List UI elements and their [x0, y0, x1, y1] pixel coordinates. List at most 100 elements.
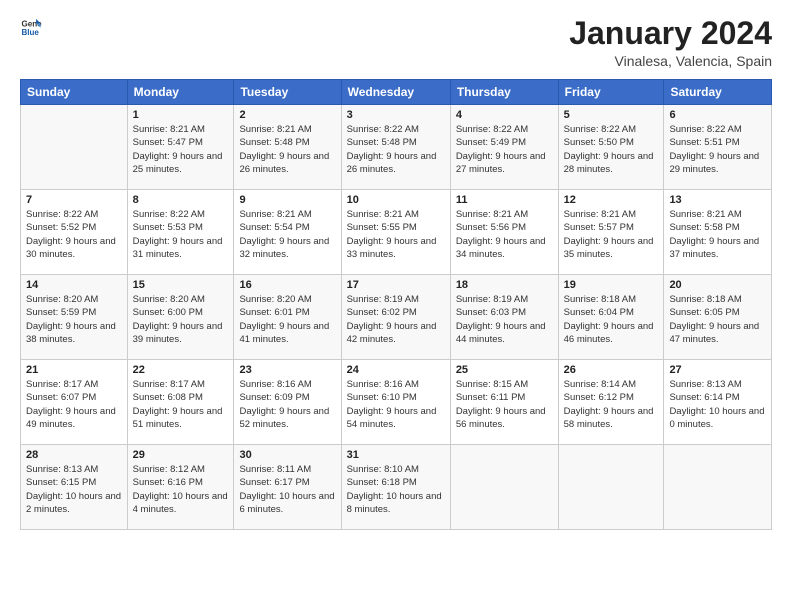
calendar-cell: 9Sunrise: 8:21 AMSunset: 5:54 PMDaylight… [234, 190, 341, 275]
header-row: Sunday Monday Tuesday Wednesday Thursday… [21, 80, 772, 105]
day-info: Sunrise: 8:13 AMSunset: 6:15 PMDaylight:… [26, 463, 122, 516]
calendar-cell: 23Sunrise: 8:16 AMSunset: 6:09 PMDayligh… [234, 360, 341, 445]
day-number: 18 [456, 279, 553, 291]
calendar-cell: 30 Sunrise: 8:11 AMSunset: 6:17 PMDayligh… [234, 445, 341, 530]
calendar-cell: 3 Sunrise: 8:22 AMSunset: 5:48 PMDaylight… [341, 105, 450, 190]
col-wednesday: Wednesday [341, 80, 450, 105]
calendar-week-5: 28 Sunrise: 8:13 AMSunset: 6:15 PMDayligh… [21, 445, 772, 530]
col-monday: Monday [127, 80, 234, 105]
calendar-cell: 8Sunrise: 8:22 AMSunset: 5:53 PMDaylight… [127, 190, 234, 275]
calendar-cell: 20 Sunrise: 8:18 AMSunset: 6:05 PMDayligh… [664, 275, 772, 360]
day-number: 20 [669, 279, 766, 291]
calendar-cell: 29 Sunrise: 8:12 AMSunset: 6:16 PMDayligh… [127, 445, 234, 530]
col-friday: Friday [558, 80, 664, 105]
day-info: Sunrise: 8:19 AMSunset: 6:02 PMDaylight:… [347, 293, 445, 346]
calendar-cell: 27Sunrise: 8:13 AMSunset: 6:14 PMDayligh… [664, 360, 772, 445]
day-number: 16 [239, 279, 335, 291]
calendar-cell: 31 Sunrise: 8:10 AMSunset: 6:18 PMDayligh… [341, 445, 450, 530]
day-number: 9 [239, 194, 335, 206]
calendar-cell [450, 445, 558, 530]
day-number: 2 [239, 109, 335, 121]
day-info: Sunrise: 8:18 AMSunset: 6:05 PMDaylight:… [669, 293, 766, 346]
day-info: Sunrise: 8:20 AMSunset: 6:00 PMDaylight:… [133, 293, 229, 346]
calendar-week-4: 21Sunrise: 8:17 AMSunset: 6:07 PMDayligh… [21, 360, 772, 445]
day-info: Sunrise: 8:21 AMSunset: 5:48 PMDaylight:… [239, 123, 335, 176]
day-info: Sunrise: 8:21 AMSunset: 5:55 PMDaylight:… [347, 208, 445, 261]
day-info: Sunrise: 8:20 AMSunset: 5:59 PMDaylight:… [26, 293, 122, 346]
subtitle: Vinalesa, Valencia, Spain [569, 53, 772, 69]
calendar-cell: 22Sunrise: 8:17 AMSunset: 6:08 PMDayligh… [127, 360, 234, 445]
day-number: 17 [347, 279, 445, 291]
calendar-cell: 17 Sunrise: 8:19 AMSunset: 6:02 PMDayligh… [341, 275, 450, 360]
calendar-cell: 18 Sunrise: 8:19 AMSunset: 6:03 PMDayligh… [450, 275, 558, 360]
calendar-cell: 5 Sunrise: 8:22 AMSunset: 5:50 PMDaylight… [558, 105, 664, 190]
calendar-cell: 19Sunrise: 8:18 AMSunset: 6:04 PMDayligh… [558, 275, 664, 360]
day-number: 28 [26, 449, 122, 461]
day-number: 26 [564, 364, 659, 376]
day-number: 4 [456, 109, 553, 121]
day-number: 1 [133, 109, 229, 121]
calendar-cell [558, 445, 664, 530]
day-number: 29 [133, 449, 229, 461]
day-info: Sunrise: 8:15 AMSunset: 6:11 PMDaylight:… [456, 378, 553, 431]
day-info: Sunrise: 8:10 AMSunset: 6:18 PMDaylight:… [347, 463, 445, 516]
day-info: Sunrise: 8:22 AMSunset: 5:52 PMDaylight:… [26, 208, 122, 261]
calendar-cell: 25 Sunrise: 8:15 AMSunset: 6:11 PMDayligh… [450, 360, 558, 445]
day-info: Sunrise: 8:22 AMSunset: 5:48 PMDaylight:… [347, 123, 445, 176]
day-number: 22 [133, 364, 229, 376]
calendar-cell: 10Sunrise: 8:21 AMSunset: 5:55 PMDayligh… [341, 190, 450, 275]
calendar-week-1: 1Sunrise: 8:21 AMSunset: 5:47 PMDaylight… [21, 105, 772, 190]
calendar-cell: 7 Sunrise: 8:22 AMSunset: 5:52 PMDaylight… [21, 190, 128, 275]
calendar-week-2: 7 Sunrise: 8:22 AMSunset: 5:52 PMDaylight… [21, 190, 772, 275]
calendar-cell: 13Sunrise: 8:21 AMSunset: 5:58 PMDayligh… [664, 190, 772, 275]
calendar-cell: 6 Sunrise: 8:22 AMSunset: 5:51 PMDaylight… [664, 105, 772, 190]
day-number: 3 [347, 109, 445, 121]
col-sunday: Sunday [21, 80, 128, 105]
calendar-week-3: 14 Sunrise: 8:20 AMSunset: 5:59 PMDayligh… [21, 275, 772, 360]
calendar-cell: 4 Sunrise: 8:22 AMSunset: 5:49 PMDaylight… [450, 105, 558, 190]
day-info: Sunrise: 8:21 AMSunset: 5:57 PMDaylight:… [564, 208, 659, 261]
day-info: Sunrise: 8:22 AMSunset: 5:49 PMDaylight:… [456, 123, 553, 176]
day-number: 5 [564, 109, 659, 121]
day-info: Sunrise: 8:22 AMSunset: 5:51 PMDaylight:… [669, 123, 766, 176]
logo-icon: General Blue [20, 16, 42, 38]
day-info: Sunrise: 8:11 AMSunset: 6:17 PMDaylight:… [239, 463, 335, 516]
day-number: 19 [564, 279, 659, 291]
calendar-cell: 14 Sunrise: 8:20 AMSunset: 5:59 PMDayligh… [21, 275, 128, 360]
calendar-cell [664, 445, 772, 530]
day-number: 30 [239, 449, 335, 461]
title-block: January 2024 Vinalesa, Valencia, Spain [569, 16, 772, 69]
calendar-cell: 21Sunrise: 8:17 AMSunset: 6:07 PMDayligh… [21, 360, 128, 445]
col-tuesday: Tuesday [234, 80, 341, 105]
calendar-cell: 16 Sunrise: 8:20 AMSunset: 6:01 PMDayligh… [234, 275, 341, 360]
day-number: 14 [26, 279, 122, 291]
calendar-cell: 11Sunrise: 8:21 AMSunset: 5:56 PMDayligh… [450, 190, 558, 275]
day-number: 13 [669, 194, 766, 206]
day-number: 31 [347, 449, 445, 461]
page: General Blue January 2024 Vinalesa, Vale… [0, 0, 792, 612]
calendar-cell: 15 Sunrise: 8:20 AMSunset: 6:00 PMDayligh… [127, 275, 234, 360]
header: General Blue January 2024 Vinalesa, Vale… [20, 16, 772, 69]
day-info: Sunrise: 8:16 AMSunset: 6:09 PMDaylight:… [239, 378, 335, 431]
day-info: Sunrise: 8:19 AMSunset: 6:03 PMDaylight:… [456, 293, 553, 346]
day-info: Sunrise: 8:14 AMSunset: 6:12 PMDaylight:… [564, 378, 659, 431]
main-title: January 2024 [569, 16, 772, 51]
calendar-header: Sunday Monday Tuesday Wednesday Thursday… [21, 80, 772, 105]
day-number: 24 [347, 364, 445, 376]
day-number: 7 [26, 194, 122, 206]
calendar-table: Sunday Monday Tuesday Wednesday Thursday… [20, 79, 772, 530]
day-info: Sunrise: 8:12 AMSunset: 6:16 PMDaylight:… [133, 463, 229, 516]
svg-text:Blue: Blue [21, 28, 39, 37]
day-info: Sunrise: 8:13 AMSunset: 6:14 PMDaylight:… [669, 378, 766, 431]
calendar-cell: 26 Sunrise: 8:14 AMSunset: 6:12 PMDayligh… [558, 360, 664, 445]
day-number: 15 [133, 279, 229, 291]
day-info: Sunrise: 8:20 AMSunset: 6:01 PMDaylight:… [239, 293, 335, 346]
logo: General Blue [20, 16, 42, 38]
day-number: 25 [456, 364, 553, 376]
calendar-body: 1Sunrise: 8:21 AMSunset: 5:47 PMDaylight… [21, 105, 772, 530]
calendar-cell: 28 Sunrise: 8:13 AMSunset: 6:15 PMDayligh… [21, 445, 128, 530]
day-number: 6 [669, 109, 766, 121]
day-info: Sunrise: 8:22 AMSunset: 5:50 PMDaylight:… [564, 123, 659, 176]
col-saturday: Saturday [664, 80, 772, 105]
day-info: Sunrise: 8:22 AMSunset: 5:53 PMDaylight:… [133, 208, 229, 261]
